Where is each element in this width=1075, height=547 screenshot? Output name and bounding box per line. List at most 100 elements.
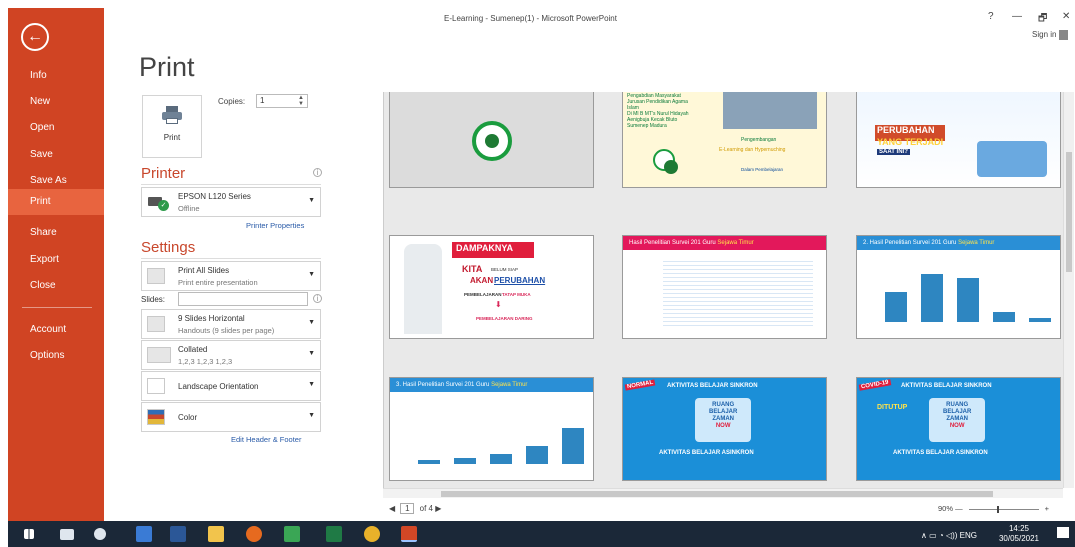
app-icon[interactable] xyxy=(136,526,152,542)
horizontal-bar-chart xyxy=(663,258,813,328)
slide-thumbnail: DAMPAKNYA KITA BELUM SIAP AKAN PERUBAHAN… xyxy=(389,235,594,339)
landscape-icon xyxy=(147,378,165,394)
nav-item-account[interactable]: Account xyxy=(8,317,104,343)
app-icon[interactable] xyxy=(284,526,300,542)
zoom-out-icon[interactable]: — xyxy=(955,504,963,513)
tray-icons[interactable]: ∧ ▭ ◔ ◁)) ENG xyxy=(921,531,977,540)
powerpoint-backstage: ← Info New Open Save Save As Print Share… xyxy=(0,0,1075,547)
nav-item-new[interactable]: New xyxy=(8,89,104,115)
collate-dropdown[interactable]: Collated 1,2,3 1,2,3 1,2,3 ▼ xyxy=(141,340,321,370)
chart-bar xyxy=(957,278,979,322)
chart-bar xyxy=(921,274,943,322)
orientation-dropdown[interactable]: Landscape Orientation ▼ xyxy=(141,371,321,401)
sign-in-link[interactable]: Sign in xyxy=(1032,30,1069,40)
slide-text: BELUM SIAP xyxy=(491,267,519,272)
color-dropdown[interactable]: Color ▼ xyxy=(141,402,321,432)
slide-text: RUANG BELAJAR ZAMAN NOW xyxy=(709,402,738,429)
slide-text: Pengabdian Masyarakat Jurusan Pendidikan … xyxy=(627,93,689,129)
print-range-sub: Print entire presentation xyxy=(178,278,258,287)
nav-item-share[interactable]: Share xyxy=(8,220,104,246)
printer-status: Offline xyxy=(178,204,200,213)
prev-page-icon[interactable]: ◀ xyxy=(389,504,395,513)
language-indicator[interactable]: ENG xyxy=(960,531,977,540)
minimize-button[interactable]: — xyxy=(1012,11,1022,22)
printer-ready-icon: ✓ xyxy=(148,194,170,211)
chrome-icon[interactable] xyxy=(364,526,380,542)
nav-item-info[interactable]: Info xyxy=(8,63,104,89)
printer-name: EPSON L120 Series xyxy=(178,192,251,201)
chevron-down-icon: ▼ xyxy=(308,197,315,204)
slide-text: AKTIVITAS BELAJAR SINKRON xyxy=(667,383,758,389)
slide-text: DAMPAKNYA xyxy=(456,243,514,253)
slide-text: DITUTUP xyxy=(877,404,908,411)
copies-label: Copies: xyxy=(218,97,246,106)
word-icon[interactable] xyxy=(170,526,186,542)
zoom-in-icon[interactable]: + xyxy=(1045,504,1049,513)
print-preview: Pengabdian Masyarakat Jurusan Pendidikan … xyxy=(383,92,1074,488)
excel-icon[interactable] xyxy=(326,526,342,542)
back-arrow-glyph: ← xyxy=(27,28,43,45)
next-page-icon[interactable]: ▶ xyxy=(435,504,441,513)
info-icon[interactable]: i xyxy=(313,294,322,303)
current-page-input[interactable]: 1 xyxy=(400,503,415,514)
zoom-slider[interactable] xyxy=(968,505,1039,513)
collate-sub: 1,2,3 1,2,3 1,2,3 xyxy=(178,357,233,366)
nav-item-print[interactable]: Print xyxy=(8,189,104,215)
print-button[interactable]: Print xyxy=(142,95,202,158)
slide-text: Dalam Pembelajaran xyxy=(741,167,784,172)
info-icon[interactable]: i xyxy=(313,168,322,177)
scrollbar-thumb[interactable] xyxy=(1066,152,1072,272)
slide-thumbnail: Hasil Penelitian Survei 201 Guru Sejawa … xyxy=(622,235,827,339)
user-avatar-icon xyxy=(1059,30,1069,40)
slide-text: SAAT INI? xyxy=(877,149,910,155)
clock[interactable]: 14:25 30/05/2021 xyxy=(989,524,1049,544)
slide-text: Pengembangan xyxy=(741,137,777,143)
help-button[interactable]: ? xyxy=(988,11,994,22)
slides-range-icon xyxy=(147,268,165,284)
camera-icon[interactable] xyxy=(60,529,74,540)
powerpoint-icon[interactable] xyxy=(401,526,417,542)
printer-properties-link[interactable]: Printer Properties xyxy=(246,221,304,230)
copies-spinner-icon[interactable]: ▲ ▼ xyxy=(298,95,304,107)
nav-item-open[interactable]: Open xyxy=(8,115,104,141)
layout-dropdown[interactable]: 9 Slides Horizontal Handouts (9 slides p… xyxy=(141,309,321,339)
slide-text: Hasil Penelitian Survei 201 Guru xyxy=(629,240,716,246)
page-title: Print xyxy=(139,52,195,82)
restore-button[interactable]: 🗗 xyxy=(1038,11,1047,28)
printer-dropdown[interactable]: ✓ EPSON L120 Series Offline ▼ xyxy=(141,187,321,217)
slide-thumbnail xyxy=(389,92,594,188)
settings-icon[interactable] xyxy=(94,528,106,540)
color-swatch-icon xyxy=(147,409,165,425)
print-range-dropdown[interactable]: Print All Slides Print entire presentati… xyxy=(141,261,321,291)
slides-input[interactable] xyxy=(178,292,308,306)
horizontal-scrollbar[interactable] xyxy=(383,488,1063,498)
chart-bar xyxy=(562,428,584,464)
back-arrow-icon[interactable]: ← xyxy=(21,23,49,51)
slide-header: 2. Hasil Penelitian Survei 201 Guru Seja… xyxy=(857,236,1060,250)
scrollbar-thumb[interactable] xyxy=(441,491,993,497)
slide-thumbnail: COVID-19 AKTIVITAS BELAJAR SINKRON DITUT… xyxy=(856,377,1061,481)
edit-header-footer-link[interactable]: Edit Header & Footer xyxy=(231,435,301,444)
slide-text: AKTIVITAS BELAJAR ASINKRON xyxy=(659,450,754,456)
sign-in-label: Sign in xyxy=(1032,30,1057,40)
slide-text: Sejawa Timur xyxy=(717,240,754,246)
chevron-down-icon: ▼ xyxy=(308,412,315,419)
notification-icon[interactable] xyxy=(1057,527,1069,538)
folder-icon[interactable] xyxy=(208,526,224,542)
nav-item-export[interactable]: Export xyxy=(8,247,104,273)
nav-item-close[interactable]: Close xyxy=(8,273,104,299)
layout-sub: Handouts (9 slides per page) xyxy=(178,326,275,335)
nav-item-options[interactable]: Options xyxy=(8,343,104,369)
close-window-button[interactable]: ✕ xyxy=(1062,11,1070,22)
printer-section-title: Printer xyxy=(141,165,186,182)
backstage-nav: ← Info New Open Save Save As Print Share… xyxy=(8,8,104,521)
slide-text: AKTIVITAS BELAJAR SINKRON xyxy=(901,383,992,389)
slide-text: PEMBELAJARAN xyxy=(464,292,502,297)
slide-thumbnail: 3. Hasil Penelitian Survei 201 Guru Seja… xyxy=(389,377,594,481)
firefox-icon[interactable] xyxy=(246,526,262,542)
vertical-scrollbar[interactable] xyxy=(1063,92,1074,488)
chevron-down-icon: ▼ xyxy=(308,271,315,278)
nav-item-save[interactable]: Save xyxy=(8,142,104,168)
start-icon[interactable] xyxy=(24,529,34,539)
illustration xyxy=(977,141,1047,177)
